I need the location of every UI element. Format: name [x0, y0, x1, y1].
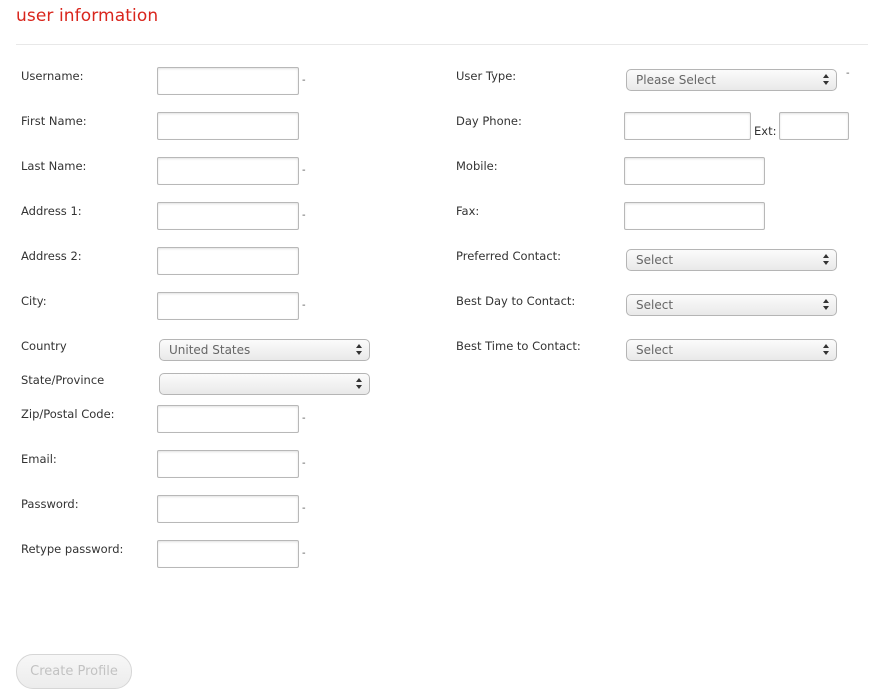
select-arrows-icon	[823, 254, 830, 266]
select-arrows-icon	[823, 344, 830, 356]
address2-input[interactable]	[157, 247, 299, 275]
password-label: Password:	[21, 497, 79, 511]
city-input[interactable]	[157, 292, 299, 320]
last-name-required-mark: -	[302, 165, 306, 176]
zip-label: Zip/Postal Code:	[21, 407, 115, 421]
day-phone-label: Day Phone:	[456, 114, 522, 128]
email-input[interactable]	[157, 450, 299, 478]
retype-password-label: Retype password:	[21, 542, 124, 556]
best-time-label: Best Time to Contact:	[456, 339, 581, 353]
ext-label: Ext:	[754, 124, 777, 138]
first-name-input[interactable]	[157, 112, 299, 140]
state-label: State/Province	[21, 373, 105, 387]
email-required-mark: -	[302, 458, 306, 469]
best-time-select-value: Select	[636, 343, 674, 357]
zip-input[interactable]	[157, 405, 299, 433]
preferred-contact-select-value: Select	[636, 253, 674, 267]
address1-label: Address 1:	[21, 204, 82, 218]
ext-input[interactable]	[779, 112, 849, 140]
address1-input[interactable]	[157, 202, 299, 230]
city-label: City:	[21, 294, 47, 308]
best-day-select-value: Select	[636, 298, 674, 312]
best-time-select[interactable]: Select	[626, 339, 837, 361]
zip-required-mark: -	[302, 413, 306, 424]
select-arrows-icon	[823, 299, 830, 311]
state-select[interactable]	[159, 373, 370, 395]
retype-password-input[interactable]	[157, 540, 299, 568]
header-divider	[16, 44, 868, 45]
address1-required-mark: -	[302, 210, 306, 221]
country-label: Country	[21, 339, 67, 353]
password-required-mark: -	[302, 503, 306, 514]
mobile-label: Mobile:	[456, 159, 498, 173]
select-arrows-icon	[356, 344, 363, 356]
user-type-select-value: Please Select	[636, 73, 716, 87]
last-name-input[interactable]	[157, 157, 299, 185]
email-label: Email:	[21, 452, 57, 466]
fax-label: Fax:	[456, 204, 480, 218]
best-day-label: Best Day to Contact:	[456, 294, 576, 308]
fax-input[interactable]	[624, 202, 765, 230]
best-day-select[interactable]: Select	[626, 294, 837, 316]
preferred-contact-select[interactable]: Select	[626, 249, 837, 271]
country-select-value: United States	[169, 343, 251, 357]
user-type-required-mark: -	[846, 68, 850, 79]
select-arrows-icon	[823, 74, 830, 86]
preferred-contact-label: Preferred Contact:	[456, 249, 562, 263]
user-type-select[interactable]: Please Select	[626, 69, 837, 91]
username-input[interactable]	[157, 67, 299, 95]
retype-password-required-mark: -	[302, 548, 306, 559]
select-arrows-icon	[356, 378, 363, 390]
first-name-label: First Name:	[21, 114, 87, 128]
username-label: Username:	[21, 69, 84, 83]
city-required-mark: -	[302, 300, 306, 311]
username-required-mark: -	[302, 75, 306, 86]
create-profile-button[interactable]: Create Profile	[16, 654, 132, 689]
address2-label: Address 2:	[21, 249, 82, 263]
page-title: user information	[16, 6, 159, 26]
mobile-input[interactable]	[624, 157, 765, 185]
last-name-label: Last Name:	[21, 159, 87, 173]
day-phone-input[interactable]	[624, 112, 751, 140]
user-type-label: User Type:	[456, 69, 517, 83]
password-input[interactable]	[157, 495, 299, 523]
country-select[interactable]: United States	[159, 339, 370, 361]
